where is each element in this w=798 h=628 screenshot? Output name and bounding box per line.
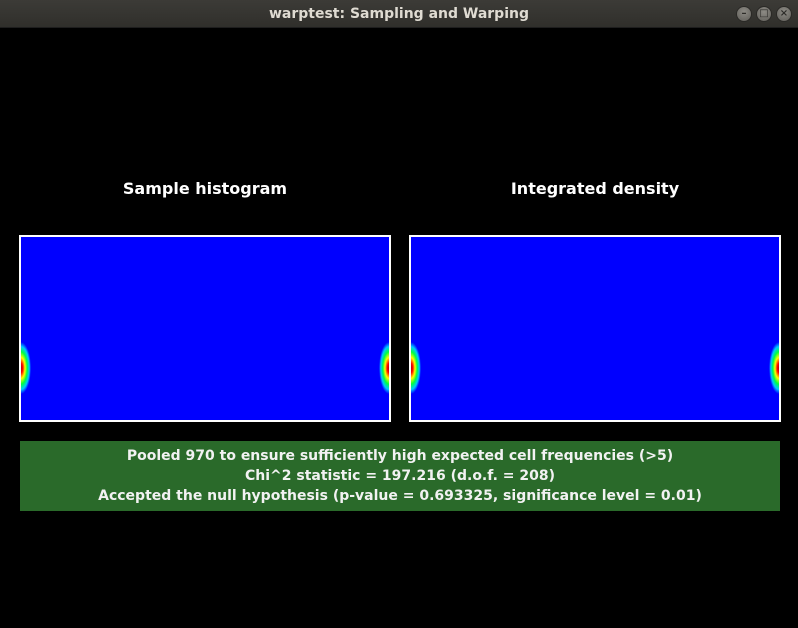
integrated-density-plot — [409, 235, 781, 422]
window-title: warptest: Sampling and Warping — [268, 6, 529, 22]
sample-histogram-plot — [19, 235, 391, 422]
window-controls: – □ × — [736, 6, 792, 22]
pooling-message: Pooled 970 to ensure sufficiently high e… — [126, 448, 674, 464]
density-peak-left — [21, 340, 41, 396]
density-peak-right — [759, 340, 779, 396]
integrated-density-title: Integrated density — [510, 179, 680, 198]
minimize-button[interactable]: – — [736, 6, 752, 22]
hypothesis-result: Accepted the null hypothesis (p-value = … — [98, 488, 702, 504]
title-bar: warptest: Sampling and Warping – □ × — [0, 0, 798, 28]
test-result-panel: Pooled 970 to ensure sufficiently high e… — [20, 441, 780, 511]
chi2-statistic: Chi^2 statistic = 197.216 (d.o.f. = 208) — [244, 468, 555, 484]
density-peak-right — [369, 340, 389, 396]
maximize-button[interactable]: □ — [756, 6, 772, 22]
sample-histogram-title: Sample histogram — [122, 179, 288, 198]
close-button[interactable]: × — [776, 6, 792, 22]
density-peak-left — [411, 340, 431, 396]
